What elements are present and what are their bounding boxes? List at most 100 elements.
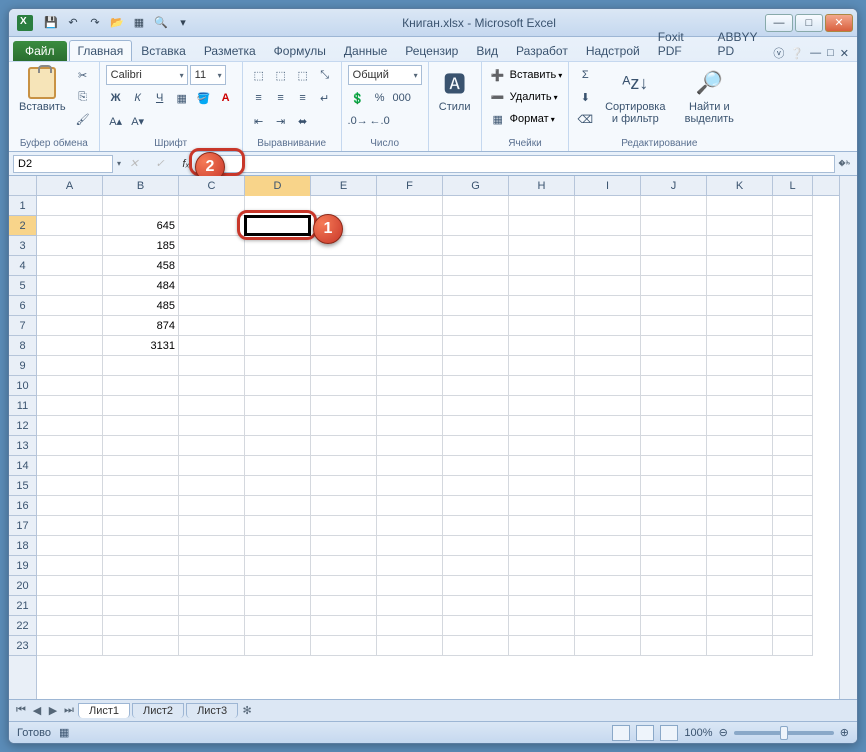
cell-J6[interactable]: [641, 296, 707, 316]
cell-C2[interactable]: [179, 216, 245, 236]
cell-F1[interactable]: [377, 196, 443, 216]
help-icon[interactable]: ❔: [790, 47, 804, 60]
cell-A1[interactable]: [37, 196, 103, 216]
row-header-5[interactable]: 5: [9, 276, 36, 296]
column-header-H[interactable]: H: [509, 176, 575, 196]
align-top-icon[interactable]: ⬚: [249, 65, 269, 85]
cell-D8[interactable]: [245, 336, 311, 356]
cell-I23[interactable]: [575, 636, 641, 656]
row-header-13[interactable]: 13: [9, 436, 36, 456]
cell-C10[interactable]: [179, 376, 245, 396]
cell-F20[interactable]: [377, 576, 443, 596]
cell-H14[interactable]: [509, 456, 575, 476]
cell-I21[interactable]: [575, 596, 641, 616]
cell-F18[interactable]: [377, 536, 443, 556]
cell-K12[interactable]: [707, 416, 773, 436]
cell-G8[interactable]: [443, 336, 509, 356]
cell-L9[interactable]: [773, 356, 813, 376]
cell-K5[interactable]: [707, 276, 773, 296]
shrink-font-icon[interactable]: A▾: [128, 111, 148, 131]
cell-H3[interactable]: [509, 236, 575, 256]
cell-H20[interactable]: [509, 576, 575, 596]
cell-G5[interactable]: [443, 276, 509, 296]
ribbon-minimize-icon[interactable]: ⓥ: [773, 45, 784, 61]
insert-cells-label[interactable]: Вставить: [510, 69, 557, 81]
cell-B19[interactable]: [103, 556, 179, 576]
cell-H19[interactable]: [509, 556, 575, 576]
cell-E13[interactable]: [311, 436, 377, 456]
tab-home[interactable]: Главная: [69, 40, 133, 61]
cell-G20[interactable]: [443, 576, 509, 596]
delete-cells-label[interactable]: Удалить: [510, 91, 552, 103]
format-painter-icon[interactable]: 🖌: [73, 109, 93, 129]
cell-G4[interactable]: [443, 256, 509, 276]
cell-B21[interactable]: [103, 596, 179, 616]
cell-A8[interactable]: [37, 336, 103, 356]
cell-A5[interactable]: [37, 276, 103, 296]
number-format-combo[interactable]: Общий: [348, 65, 422, 85]
cell-D16[interactable]: [245, 496, 311, 516]
cell-E5[interactable]: [311, 276, 377, 296]
cell-L8[interactable]: [773, 336, 813, 356]
delete-cells-icon[interactable]: ➖: [488, 87, 508, 107]
cell-J18[interactable]: [641, 536, 707, 556]
cell-B7[interactable]: 874: [103, 316, 179, 336]
row-header-12[interactable]: 12: [9, 416, 36, 436]
cell-G22[interactable]: [443, 616, 509, 636]
format-cells-icon[interactable]: ▦: [488, 109, 508, 129]
cell-G3[interactable]: [443, 236, 509, 256]
cell-A23[interactable]: [37, 636, 103, 656]
cell-D3[interactable]: [245, 236, 311, 256]
column-header-L[interactable]: L: [773, 176, 813, 196]
cell-E1[interactable]: [311, 196, 377, 216]
cell-L22[interactable]: [773, 616, 813, 636]
cell-I4[interactable]: [575, 256, 641, 276]
cell-B3[interactable]: 185: [103, 236, 179, 256]
cell-B14[interactable]: [103, 456, 179, 476]
cell-K8[interactable]: [707, 336, 773, 356]
cell-E22[interactable]: [311, 616, 377, 636]
indent-increase-icon[interactable]: ⇥: [271, 111, 291, 131]
cell-J15[interactable]: [641, 476, 707, 496]
cell-L3[interactable]: [773, 236, 813, 256]
font-size-combo[interactable]: 11: [190, 65, 226, 85]
cell-I9[interactable]: [575, 356, 641, 376]
cell-D1[interactable]: [245, 196, 311, 216]
cell-H12[interactable]: [509, 416, 575, 436]
new-icon[interactable]: ▦: [129, 13, 149, 33]
row-header-3[interactable]: 3: [9, 236, 36, 256]
cell-L4[interactable]: [773, 256, 813, 276]
cell-K22[interactable]: [707, 616, 773, 636]
cell-B20[interactable]: [103, 576, 179, 596]
cell-I1[interactable]: [575, 196, 641, 216]
cell-A17[interactable]: [37, 516, 103, 536]
insert-function-button[interactable]: fₓ: [175, 155, 197, 173]
view-normal-icon[interactable]: [612, 725, 630, 741]
cell-K16[interactable]: [707, 496, 773, 516]
cell-D23[interactable]: [245, 636, 311, 656]
cell-J7[interactable]: [641, 316, 707, 336]
tab-addins[interactable]: Надстрой: [577, 40, 649, 61]
cell-I3[interactable]: [575, 236, 641, 256]
cell-J23[interactable]: [641, 636, 707, 656]
cell-C20[interactable]: [179, 576, 245, 596]
select-all-corner[interactable]: [9, 176, 37, 196]
cell-G17[interactable]: [443, 516, 509, 536]
cell-J9[interactable]: [641, 356, 707, 376]
row-header-4[interactable]: 4: [9, 256, 36, 276]
cell-L18[interactable]: [773, 536, 813, 556]
cell-L23[interactable]: [773, 636, 813, 656]
cell-A2[interactable]: [37, 216, 103, 236]
cell-H18[interactable]: [509, 536, 575, 556]
preview-icon[interactable]: 🔍: [151, 13, 171, 33]
cell-H2[interactable]: [509, 216, 575, 236]
zoom-out-icon[interactable]: ⊖: [719, 726, 728, 739]
cell-I6[interactable]: [575, 296, 641, 316]
column-header-E[interactable]: E: [311, 176, 377, 196]
cell-A18[interactable]: [37, 536, 103, 556]
cell-F15[interactable]: [377, 476, 443, 496]
sort-filter-button[interactable]: ᴬᴢ↓ Сортировка и фильтр: [598, 65, 672, 127]
cell-C13[interactable]: [179, 436, 245, 456]
underline-button[interactable]: Ч: [150, 88, 170, 108]
cell-G19[interactable]: [443, 556, 509, 576]
